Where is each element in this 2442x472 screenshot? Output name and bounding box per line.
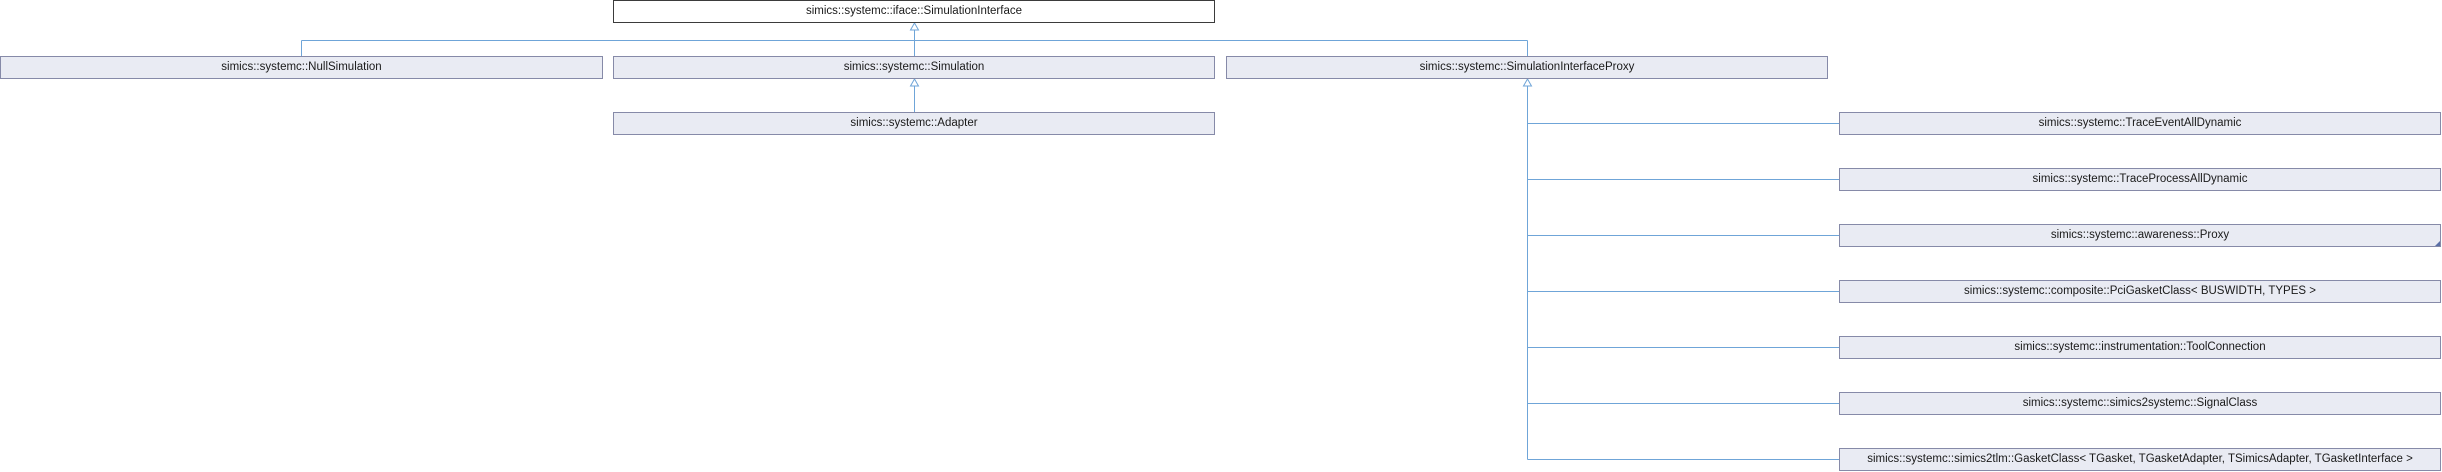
- node-simulation-interface-proxy[interactable]: simics::systemc::SimulationInterfaceProx…: [1226, 56, 1828, 79]
- node-simulation[interactable]: simics::systemc::Simulation: [613, 56, 1215, 79]
- node-awareness-proxy[interactable]: simics::systemc::awareness::Proxy: [1839, 224, 2441, 247]
- node-tool-connection[interactable]: simics::systemc::instrumentation::ToolCo…: [1839, 336, 2441, 359]
- arrowhead-simulation: [909, 77, 920, 87]
- node-label: simics::systemc::SimulationInterfaceProx…: [1419, 61, 1635, 73]
- node-adapter[interactable]: simics::systemc::Adapter: [613, 112, 1215, 135]
- collapsed-marker-icon: [2435, 241, 2440, 246]
- node-label: simics::systemc::simics2tlm::GasketClass…: [1867, 453, 2413, 465]
- node-label: simics::systemc::iface::SimulationInterf…: [805, 5, 1022, 17]
- node-label: simics::systemc::Adapter: [850, 117, 978, 129]
- node-label: simics::systemc::TraceEventAllDynamic: [2038, 117, 2242, 129]
- node-label: simics::systemc::Simulation: [843, 61, 985, 73]
- node-label: simics::systemc::composite::PciGasketCla…: [1964, 285, 2316, 297]
- node-label: simics::systemc::NullSimulation: [221, 61, 382, 73]
- node-simulation-interface[interactable]: simics::systemc::iface::SimulationInterf…: [613, 0, 1215, 23]
- arrowhead-proxy: [1522, 77, 1533, 87]
- node-label: simics::systemc::simics2systemc::SignalC…: [2022, 397, 2258, 409]
- node-label: simics::systemc::awareness::Proxy: [2050, 229, 2230, 241]
- node-trace-process-all-dynamic[interactable]: simics::systemc::TraceProcessAllDynamic: [1839, 168, 2441, 191]
- node-null-simulation[interactable]: simics::systemc::NullSimulation: [0, 56, 603, 79]
- node-gasket-class[interactable]: simics::systemc::simics2tlm::GasketClass…: [1839, 448, 2441, 471]
- node-pci-gasket-class[interactable]: simics::systemc::composite::PciGasketCla…: [1839, 280, 2441, 303]
- node-signal-class[interactable]: simics::systemc::simics2systemc::SignalC…: [1839, 392, 2441, 415]
- arrowhead-root: [909, 21, 920, 31]
- node-trace-event-all-dynamic[interactable]: simics::systemc::TraceEventAllDynamic: [1839, 112, 2441, 135]
- node-label: simics::systemc::instrumentation::ToolCo…: [2014, 341, 2266, 353]
- node-label: simics::systemc::TraceProcessAllDynamic: [2032, 173, 2248, 185]
- inheritance-diagram: simics::systemc::iface::SimulationInterf…: [0, 0, 2442, 472]
